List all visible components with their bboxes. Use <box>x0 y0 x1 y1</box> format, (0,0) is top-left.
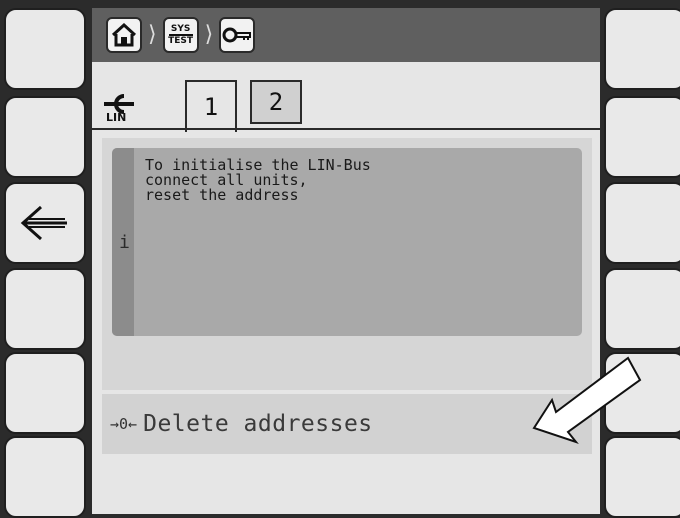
home-icon <box>111 23 137 47</box>
softkey-left-5[interactable] <box>4 352 86 434</box>
reset-zero-icon: →0← <box>110 415 138 433</box>
breadcrumb-key[interactable] <box>219 17 256 53</box>
delete-addresses-button[interactable]: →0← Delete addresses <box>102 394 592 454</box>
softkey-right-4[interactable] <box>604 268 680 350</box>
systest-bottom: TEST <box>168 36 194 46</box>
tab-1[interactable]: 1 <box>185 80 237 132</box>
breadcrumb-separator: ⟩ <box>148 22 157 47</box>
softkey-right-1[interactable] <box>604 8 680 90</box>
info-message: To initialise the LIN-Bus connect all un… <box>145 156 371 204</box>
softkey-left-2[interactable] <box>4 96 86 178</box>
softkey-left-4[interactable] <box>4 268 86 350</box>
pointer-arrow-icon <box>532 356 642 445</box>
lin-label: LIN <box>106 111 127 124</box>
softkey-left-1[interactable] <box>4 8 86 90</box>
breadcrumb-separator: ⟩ <box>204 22 214 47</box>
terminal-frame: ⟩ SYS TEST ⟩ LIN 1 2 i To initialise the… <box>0 0 680 518</box>
breadcrumb-systest[interactable]: SYS TEST <box>162 17 199 53</box>
delete-addresses-label: Delete addresses <box>143 411 373 437</box>
info-icon: i <box>119 232 130 253</box>
breadcrumb-home[interactable] <box>106 17 142 53</box>
info-box: i To initialise the LIN-Bus connect all … <box>112 148 582 336</box>
softkey-right-2[interactable] <box>604 96 680 178</box>
systest-top: SYS <box>170 24 191 34</box>
softkey-right-3[interactable] <box>604 182 680 264</box>
back-arrow-icon <box>20 205 67 241</box>
breadcrumb: ⟩ SYS TEST ⟩ <box>92 8 600 62</box>
tabs-row: LIN 1 2 <box>92 62 600 132</box>
tab-2[interactable]: 2 <box>250 80 302 124</box>
screen: ⟩ SYS TEST ⟩ LIN 1 2 i To initialise the… <box>92 8 642 514</box>
tab-underline <box>92 128 600 130</box>
softkey-left-6[interactable] <box>4 436 86 518</box>
softkey-back[interactable] <box>4 182 86 264</box>
content-panel: i To initialise the LIN-Bus connect all … <box>102 138 592 390</box>
key-icon <box>222 27 252 43</box>
